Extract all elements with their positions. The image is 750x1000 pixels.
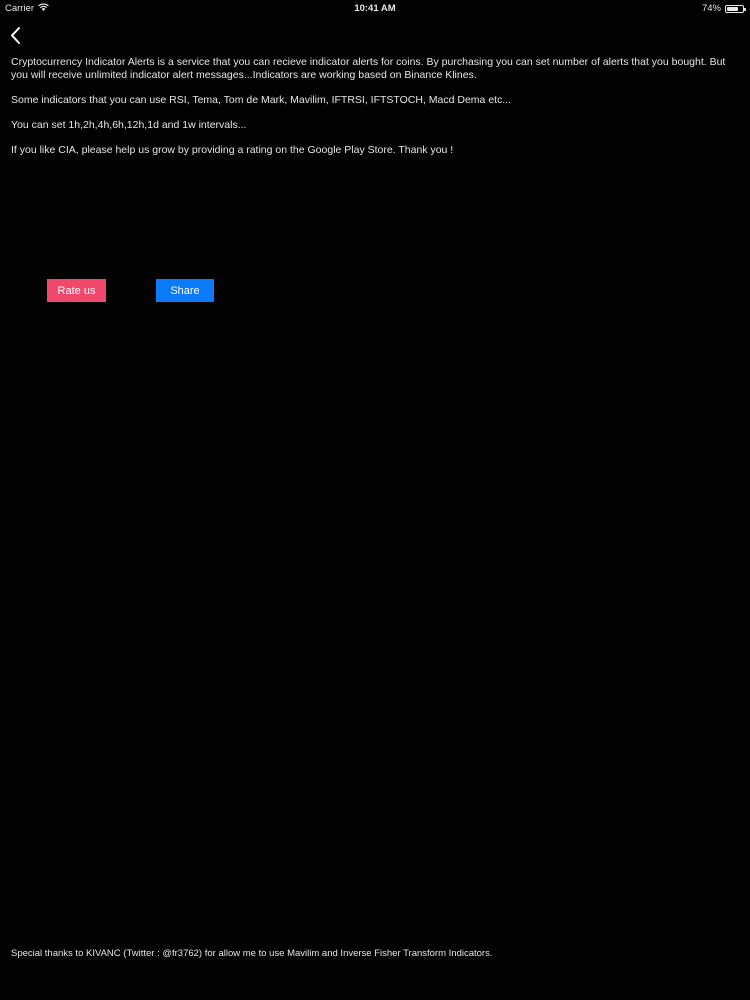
rating-paragraph: If you like CIA, please help us grow by … — [11, 143, 454, 156]
indicators-paragraph: Some indicators that you can use RSI, Te… — [11, 93, 512, 106]
chevron-left-icon — [11, 27, 20, 44]
back-button[interactable] — [8, 26, 26, 46]
screen: Carrier 10:41 AM 74% Cryptocurrency Indi… — [0, 0, 750, 1000]
battery-percent: 74% — [701, 3, 721, 14]
footer-credits: Special thanks to KIVANC (Twitter : @fr3… — [11, 948, 493, 959]
share-button[interactable]: Share — [156, 279, 214, 302]
rate-us-button[interactable]: Rate us — [47, 279, 106, 302]
description: Cryptocurrency Indicator Alerts is a ser… — [11, 56, 743, 169]
intervals-paragraph: You can set 1h,2h,4h,6h,12h,1d and 1w in… — [11, 118, 247, 131]
status-bar: Carrier 10:41 AM 74% — [0, 0, 750, 16]
status-right: 74% — [701, 3, 746, 14]
battery-icon — [725, 4, 746, 13]
intro-paragraph: Cryptocurrency Indicator Alerts is a ser… — [11, 56, 726, 81]
status-time: 10:41 AM — [354, 3, 396, 14]
battery-tip — [744, 7, 746, 11]
battery-fill — [727, 6, 739, 11]
action-buttons: Rate us Share — [47, 279, 447, 302]
